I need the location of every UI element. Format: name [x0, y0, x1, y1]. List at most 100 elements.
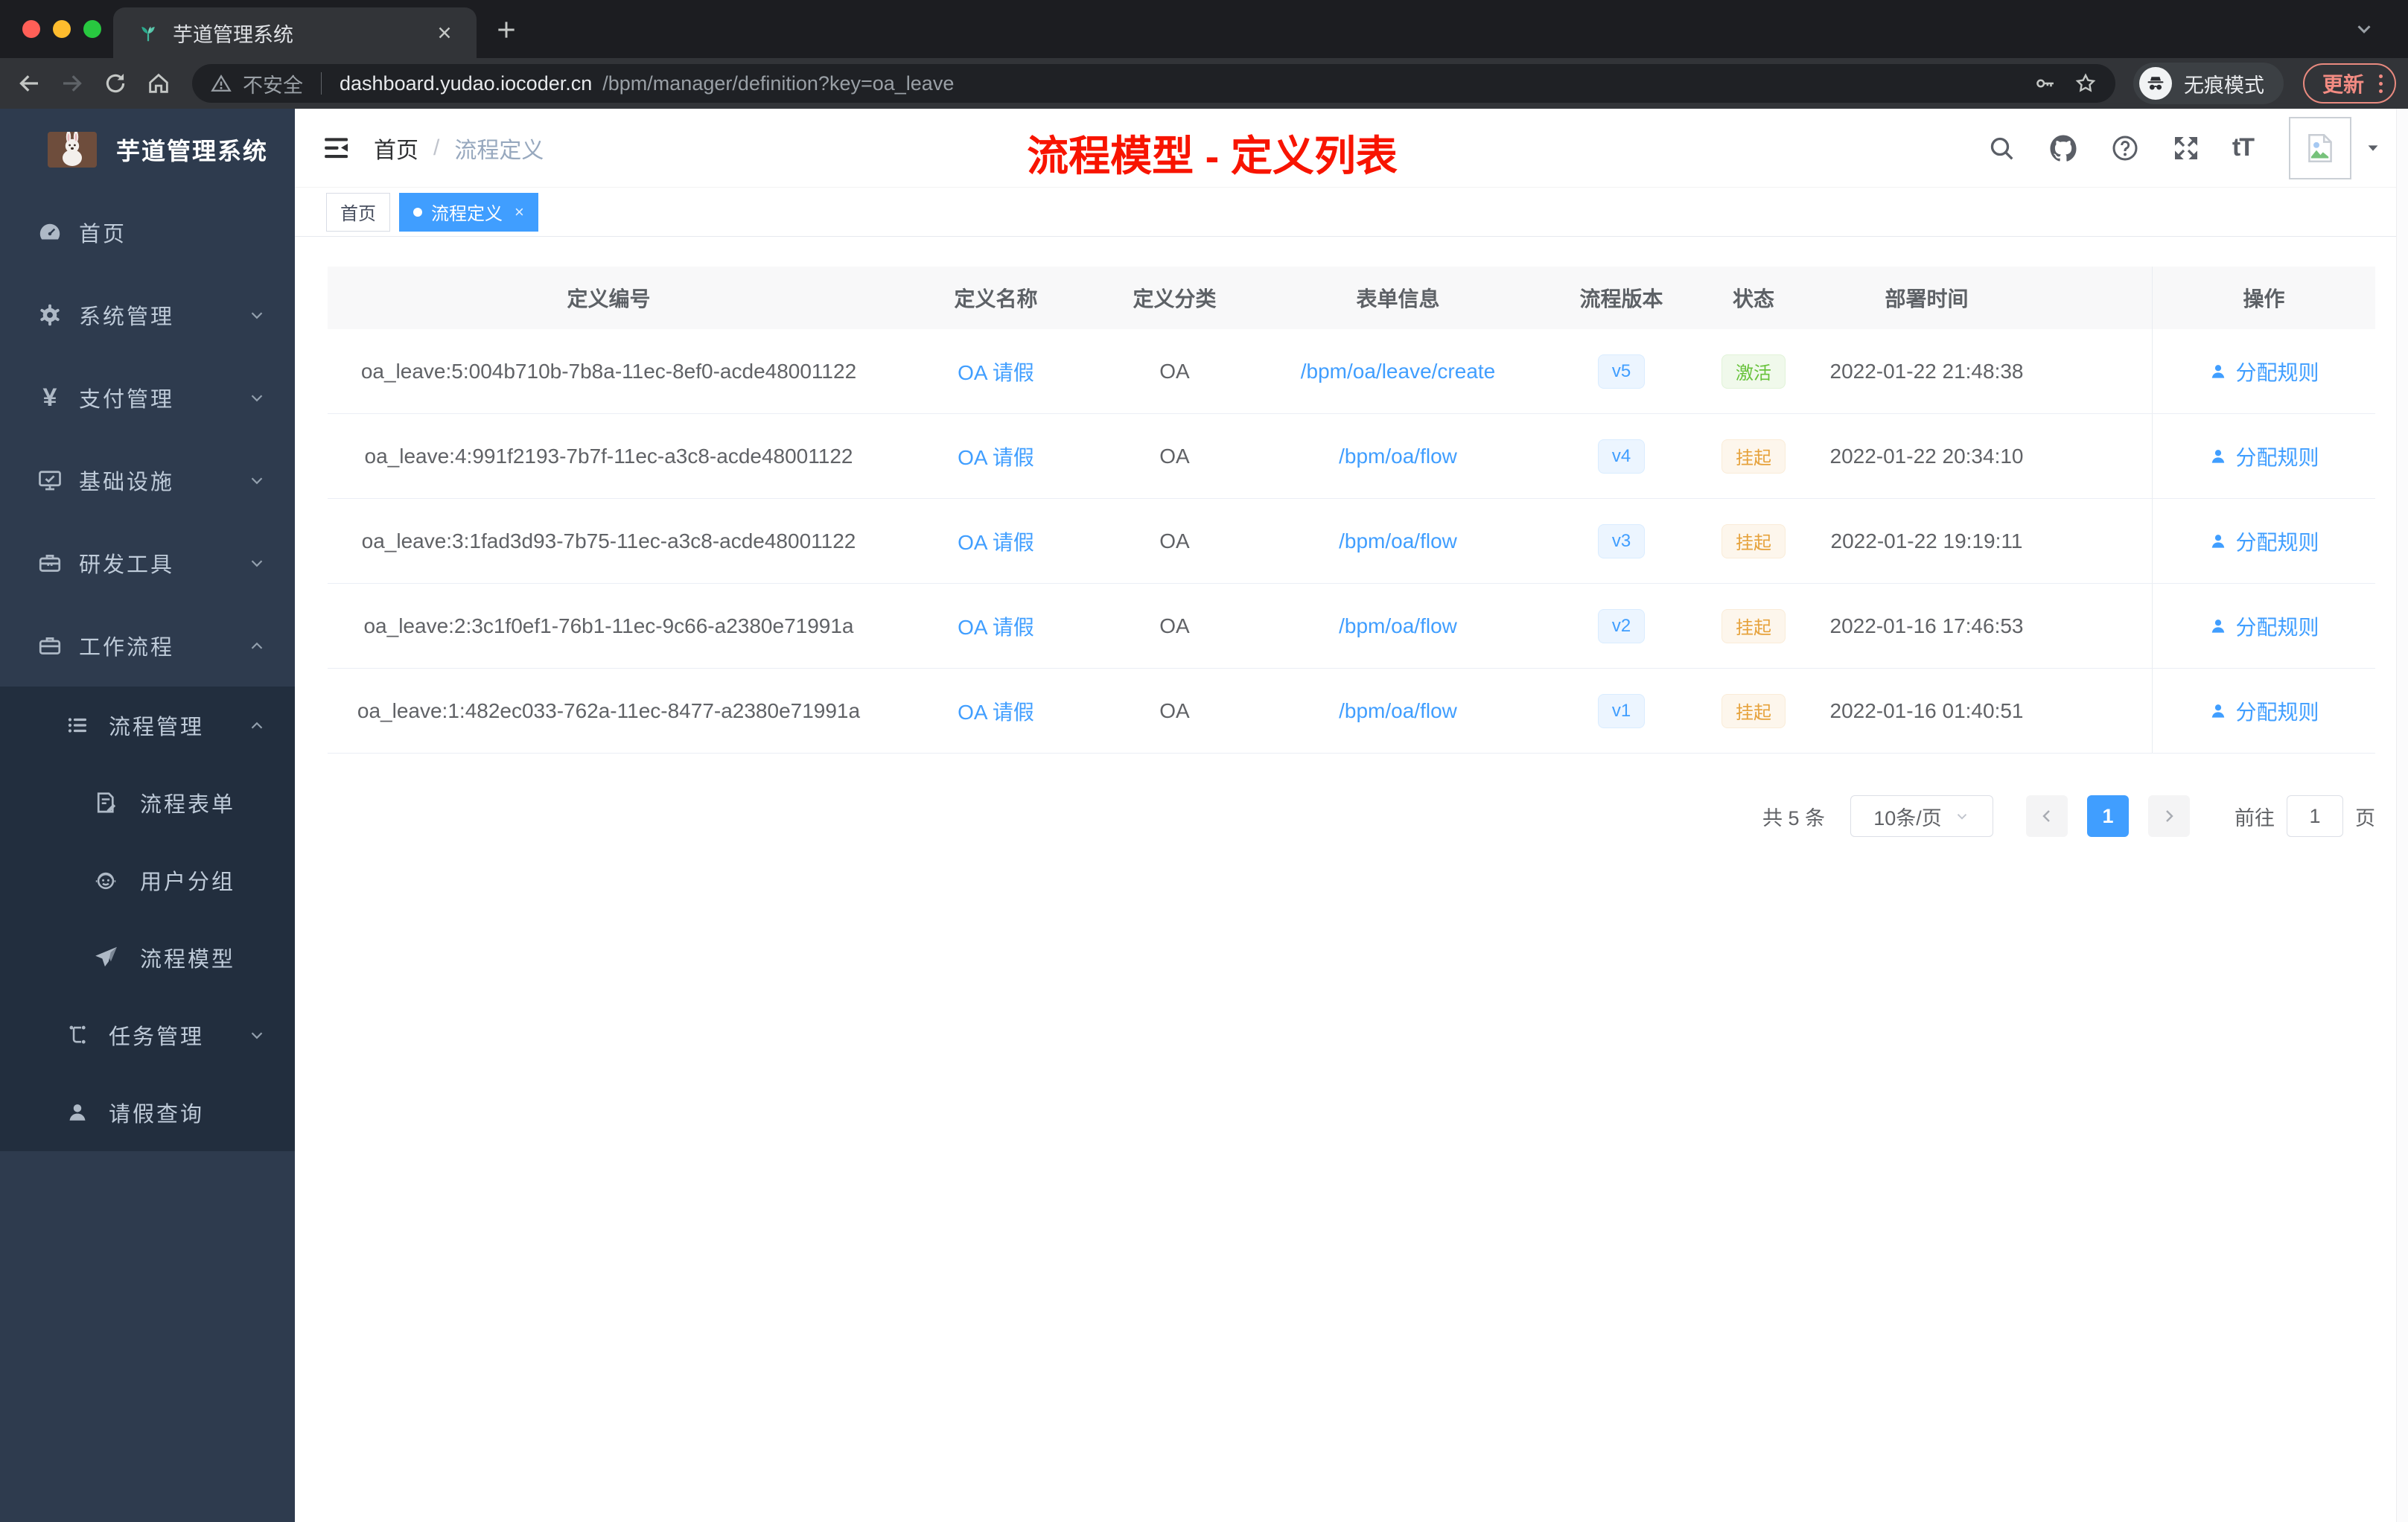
assign-rule-button[interactable]: 分配规则 [2208, 526, 2319, 556]
brand-logo [48, 132, 97, 168]
assign-rule-button[interactable]: 分配规则 [2208, 611, 2319, 641]
sidebar-item-home[interactable]: 首页 [0, 191, 295, 273]
definition-category: OA [1159, 614, 1190, 637]
reload-icon[interactable] [98, 66, 133, 101]
table-row: oa_leave:2:3c1f0ef1-76b1-11ec-9c66-a2380… [328, 584, 2375, 669]
paper-plane-icon [91, 944, 121, 971]
header-actions: tT [1987, 116, 2381, 179]
tag-close-icon[interactable]: × [515, 203, 524, 222]
form-link[interactable]: /bpm/oa/flow [1339, 614, 1457, 638]
sidebar-item-leave-query[interactable]: 请假查询 [0, 1074, 295, 1151]
definition-name-link[interactable]: OA 请假 [958, 526, 1034, 556]
user-group-icon [91, 867, 121, 894]
table-row: oa_leave:5:004b710b-7b8a-11ec-8ef0-acde4… [328, 329, 2375, 414]
sidebar-item-workflow[interactable]: 工作流程 [0, 604, 295, 687]
sidebar-item-label: 流程管理 [109, 716, 205, 739]
kebab-menu-icon[interactable] [2379, 74, 2383, 93]
sidebar-item-process-model[interactable]: 流程模型 [0, 919, 295, 996]
breadcrumb-separator: / [433, 135, 440, 160]
assign-rule-button[interactable]: 分配规则 [2208, 357, 2319, 386]
brand-header[interactable]: 芋道管理系统 [0, 109, 295, 191]
warning-triangle-icon[interactable] [210, 72, 232, 95]
sidebar-item-label: 请假查询 [109, 1103, 205, 1127]
page-scrollbar[interactable] [2396, 109, 2408, 1522]
caret-down-icon[interactable] [2365, 140, 2381, 156]
password-key-icon[interactable] [2033, 71, 2057, 95]
sidebar-item-system[interactable]: 系统管理 [0, 273, 295, 356]
window-close-button[interactable] [22, 20, 40, 38]
window-zoom-button[interactable] [83, 20, 101, 38]
sidebar-item-label: 任务管理 [109, 1025, 205, 1049]
sidebar-item-infrastructure[interactable]: 基础设施 [0, 439, 295, 521]
definition-name-link[interactable]: OA 请假 [958, 357, 1034, 386]
definition-category: OA [1159, 529, 1190, 553]
tab-search-chevron-icon[interactable] [2353, 18, 2375, 40]
next-page-button[interactable] [2148, 795, 2190, 837]
new-tab-button[interactable] [493, 16, 520, 43]
user-menu[interactable] [2289, 116, 2381, 179]
definition-name-link[interactable]: OA 请假 [958, 696, 1034, 726]
bookmark-star-icon[interactable] [2074, 71, 2098, 95]
tag-home[interactable]: 首页 [326, 192, 390, 232]
help-icon[interactable] [2110, 133, 2140, 163]
browser-tab[interactable]: 芋道管理系统 [113, 7, 477, 58]
user-icon [2212, 619, 2225, 633]
security-label[interactable]: 不安全 [243, 69, 303, 98]
column-header: 流程版本 [1579, 287, 1663, 311]
sidebar-toggle-hamburger-icon[interactable] [322, 133, 351, 163]
assign-rule-button[interactable]: 分配规则 [2208, 442, 2319, 471]
update-label[interactable]: 更新 [2322, 69, 2364, 98]
sidebar-item-process-form[interactable]: 流程表单 [0, 764, 295, 841]
main-panel: 首页 / 流程定义 流程模型 - 定义列表 tT 首页 流程定义 × 定义编号 … [295, 109, 2408, 1522]
tab-close-icon[interactable] [432, 20, 457, 45]
sidebar-item-process-management[interactable]: 流程管理 [0, 687, 295, 764]
window-minimize-button[interactable] [53, 20, 71, 38]
form-link[interactable]: /bpm/oa/flow [1339, 529, 1457, 553]
page-size-select[interactable]: 10条/页 [1850, 795, 1993, 837]
tab-title: 芋道管理系统 [173, 23, 293, 46]
form-link[interactable]: /bpm/oa/flow [1339, 699, 1457, 723]
table-header-row: 定义编号 定义名称 定义分类 表单信息 流程版本 状态 部署时间 操作 [328, 267, 2375, 329]
page-suffix-label: 页 [2355, 806, 2375, 830]
address-bar[interactable]: 不安全 dashboard.yudao.iocoder.cn /bpm/mana… [192, 64, 2115, 103]
font-size-icon[interactable]: tT [2232, 133, 2255, 162]
sidebar-item-user-group[interactable]: 用户分组 [0, 841, 295, 919]
chevron-down-icon [247, 471, 267, 490]
sidebar-item-task-management[interactable]: 任务管理 [0, 996, 295, 1074]
sidebar-item-label: 基础设施 [79, 470, 175, 494]
breadcrumb: 首页 / 流程定义 [374, 132, 544, 165]
assign-rule-button[interactable]: 分配规则 [2208, 696, 2319, 726]
sidebar-item-payment[interactable]: ¥ 支付管理 [0, 356, 295, 439]
list-icon [63, 712, 92, 739]
prev-page-button[interactable] [2026, 795, 2068, 837]
definition-name-link[interactable]: OA 请假 [958, 442, 1034, 471]
form-link[interactable]: /bpm/oa/leave/create [1301, 360, 1496, 383]
goto-page-input[interactable] [2287, 795, 2343, 837]
definition-id: oa_leave:4:991f2193-7b7f-11ec-a3c8-acde4… [364, 444, 853, 468]
fullscreen-icon[interactable] [2171, 133, 2201, 163]
search-icon[interactable] [1987, 133, 2016, 163]
yen-icon: ¥ [42, 383, 57, 412]
column-header: 定义名称 [954, 287, 1038, 311]
monitor-icon [36, 467, 64, 494]
browser-menu-button[interactable]: 更新 [2302, 63, 2396, 104]
avatar[interactable] [2289, 116, 2351, 179]
home-icon[interactable] [141, 66, 176, 101]
tag-process-definition[interactable]: 流程定义 × [399, 192, 538, 232]
app-header: 首页 / 流程定义 流程模型 - 定义列表 tT [295, 109, 2408, 188]
sidebar-item-dev-tools[interactable]: 研发工具 [0, 521, 295, 604]
user-icon [2212, 364, 2225, 378]
sidebar-item-label: 流程表单 [140, 793, 236, 817]
chevron-up-icon [247, 716, 267, 735]
breadcrumb-home[interactable]: 首页 [374, 132, 418, 165]
definition-category: OA [1159, 444, 1190, 468]
github-icon[interactable] [2048, 133, 2079, 164]
column-header: 定义编号 [567, 287, 651, 311]
version-badge: v5 [1597, 354, 1646, 389]
form-link[interactable]: /bpm/oa/flow [1339, 445, 1457, 468]
status-badge: 挂起 [1721, 608, 1786, 643]
definition-name-link[interactable]: OA 请假 [958, 611, 1034, 641]
back-icon[interactable] [12, 66, 46, 101]
current-page-button[interactable]: 1 [2087, 795, 2129, 837]
forward-icon[interactable] [55, 66, 89, 101]
